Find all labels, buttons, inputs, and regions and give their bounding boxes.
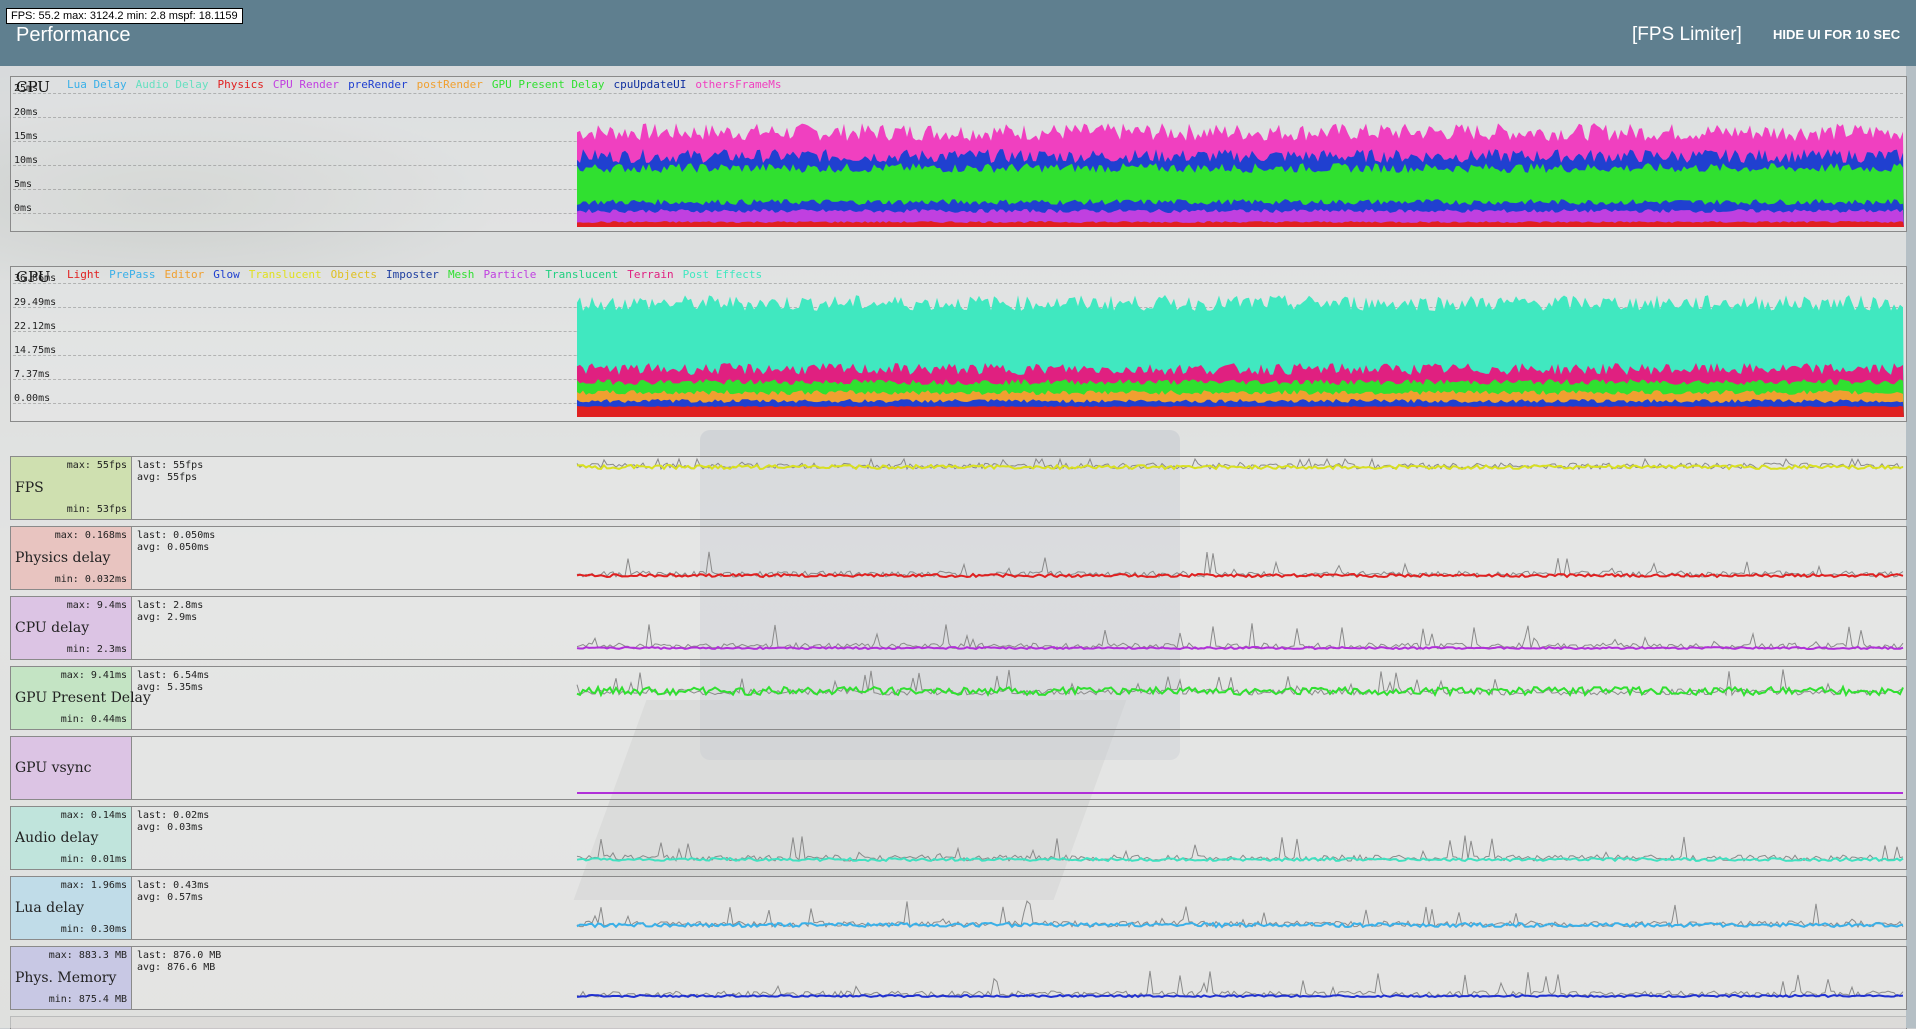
gpu-band-light [577, 406, 1904, 417]
fps-counter-overlay: FPS: 55.2 max: 3124.2 min: 2.8 mspf: 18.… [6, 8, 243, 24]
metric-sparkline [576, 669, 1904, 698]
metric-row: Phys. Memory max: 883.3 MB min: 875.4 MB la… [10, 946, 1907, 1010]
metric-row: Audio delay max: 0.14ms min: 0.01ms last: 0… [10, 806, 1907, 870]
metric-raw-trace [576, 623, 1904, 651]
hide-ui-button[interactable]: HIDE UI FOR 10 SEC [1773, 27, 1900, 42]
metric-row: CPU delay max: 9.4ms min: 2.3ms last: 2.8ms… [10, 596, 1907, 660]
gpu-graph: GPU Light PrePass Editor Glow Translucent Obj… [10, 266, 1907, 422]
panel-scrollbar[interactable] [1906, 66, 1916, 1028]
metric-row: Physics delay max: 0.168ms min: 0.032ms las… [10, 526, 1907, 590]
metric-sparkline [576, 457, 1904, 471]
metric-avg-trace [577, 463, 1904, 471]
metric-row: Lua delay max: 1.96ms min: 0.30ms last: 0.4… [10, 876, 1907, 940]
fps-limiter-button[interactable]: [FPS Limiter] [1632, 24, 1742, 46]
metric-sparkline [576, 835, 1904, 863]
metric-sparkline [577, 792, 1903, 794]
metric-sparkline [576, 970, 1904, 999]
metric-raw-trace [576, 970, 1904, 998]
metric-raw-trace [576, 551, 1904, 578]
metric-sparkline [576, 623, 1904, 651]
performance-header: Performance [FPS Limiter] HIDE UI FOR 10… [0, 0, 1916, 66]
cpu-stacked-plot [577, 123, 1904, 227]
metric-row: GPU Present Delay max: 9.41ms min: 0.44ms l… [10, 666, 1907, 730]
metric-avg-trace [576, 993, 1904, 999]
metric-sparkline [576, 900, 1904, 929]
metric-row: FPS max: 55fps min: 53fps last: 55fps avg: 5… [10, 456, 1907, 520]
metric-row: GPU vsync [10, 736, 1907, 800]
metric-avg-trace [576, 645, 1904, 651]
gpu-stacked-plot [577, 295, 1904, 417]
metric-avg-trace [576, 856, 1904, 863]
metric-raw-trace [576, 835, 1904, 863]
cpu-graph: CPU Lua Delay Audio Delay Physics CPU Rende… [10, 76, 1907, 232]
page-title: Performance [16, 24, 131, 46]
metric-sparkline [576, 551, 1904, 579]
